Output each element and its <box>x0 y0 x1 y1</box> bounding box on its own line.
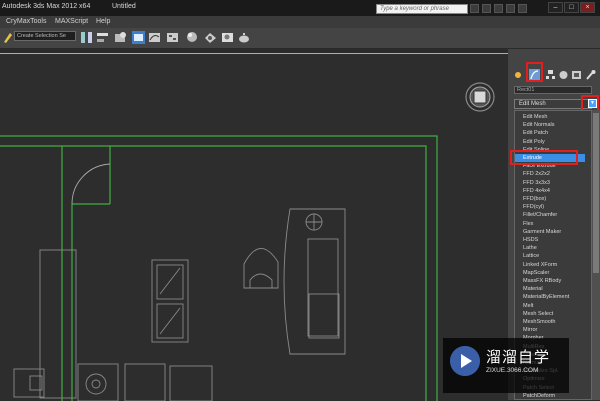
modifier-option[interactable]: Edit Normals <box>515 121 585 129</box>
pencil-icon[interactable] <box>2 31 13 44</box>
modifier-option[interactable]: Melt <box>515 302 585 310</box>
close-button[interactable]: × <box>580 2 595 13</box>
star-icon[interactable] <box>506 4 515 13</box>
desk-chair-seat <box>249 273 273 288</box>
outer-wall <box>0 135 438 401</box>
door-swing-arc <box>71 163 111 205</box>
object-name-value: Rect01 <box>517 87 535 93</box>
modifier-option[interactable]: FFD 3x3x3 <box>515 179 585 187</box>
material-editor-icon[interactable] <box>186 31 199 44</box>
create-tab-icon[interactable] <box>513 69 524 81</box>
render-teapot-icon[interactable] <box>238 31 251 44</box>
communication-icon[interactable] <box>494 4 503 13</box>
wall-lines <box>0 135 438 401</box>
watermark-url: ZIXUE.3066.COM <box>486 367 539 374</box>
modifier-option[interactable]: MapScaler <box>515 269 585 277</box>
menu-maxscript[interactable]: MAXScript <box>55 18 88 25</box>
modifier-option[interactable]: Lathe <box>515 244 585 252</box>
modify-tab-highlight <box>526 62 543 82</box>
modifier-option[interactable]: Flex <box>515 220 585 228</box>
app-title: Autodesk 3ds Max 2012 x64 <box>2 3 91 10</box>
side-table-lamp <box>91 379 101 389</box>
menu-help[interactable]: Help <box>96 18 110 25</box>
bookshelf <box>39 249 77 399</box>
window-cabinet-glass-lines <box>159 267 181 335</box>
extrude-highlight <box>510 150 578 165</box>
modifier-option[interactable]: MaterialByElement <box>515 293 585 301</box>
furniture-lines <box>13 163 346 401</box>
modifier-option[interactable]: FFD 2x2x2 <box>515 170 585 178</box>
graphite-tools-icon[interactable] <box>132 31 145 44</box>
modifier-option[interactable]: Material <box>515 285 585 293</box>
armchair-left <box>77 363 119 401</box>
search-input[interactable]: Type a keyword or phrase <box>376 4 468 14</box>
perspective-viewport[interactable] <box>0 53 508 401</box>
viewcube[interactable] <box>465 82 495 112</box>
desk-drawer <box>308 293 340 339</box>
modifier-option[interactable]: FFD(cyl) <box>515 203 585 211</box>
floor-plan-drawing <box>0 82 495 401</box>
display-tab-icon[interactable] <box>571 69 582 81</box>
armchair-right <box>124 363 166 401</box>
selection-set-value: Create Selection Se <box>17 33 66 39</box>
dropdown-scrollbar-thumb[interactable] <box>593 113 599 273</box>
curve-editor-icon[interactable] <box>148 31 161 44</box>
desk-shape <box>283 208 346 355</box>
modifier-option[interactable]: Edit Poly <box>515 138 585 146</box>
inner-wall <box>0 145 427 401</box>
motion-tab-icon[interactable] <box>558 69 569 81</box>
modifier-option[interactable]: Edit Patch <box>515 129 585 137</box>
modifier-option[interactable]: MassFX RBody <box>515 277 585 285</box>
modifier-option[interactable]: Garment Maker <box>515 228 585 236</box>
maximize-button[interactable]: □ <box>564 2 579 13</box>
sofa <box>169 365 213 401</box>
play-logo-icon <box>450 346 480 376</box>
modifier-option[interactable]: FFD 4x4x4 <box>515 187 585 195</box>
modifier-option[interactable]: Fillet/Chamfer <box>515 211 585 219</box>
modifier-option[interactable]: HSDS <box>515 236 585 244</box>
desk-chair <box>243 248 279 289</box>
layer-manager-icon[interactable] <box>114 31 127 44</box>
modifier-option[interactable]: Mirror <box>515 326 585 334</box>
modifier-option[interactable]: Linked XForm <box>515 261 585 269</box>
document-name: Untitled <box>112 3 136 10</box>
modifier-option[interactable]: Edit Mesh <box>515 113 585 121</box>
menu-bar: CryMaxTools MAXScript Help <box>0 16 600 28</box>
modifier-option[interactable]: Mesh Select <box>515 310 585 318</box>
modifier-option[interactable]: Lattice <box>515 252 585 260</box>
schematic-view-icon[interactable] <box>166 31 179 44</box>
binoculars-icon[interactable] <box>470 4 479 13</box>
render-setup-icon[interactable] <box>204 31 217 44</box>
modifier-option[interactable]: FFD(box) <box>515 195 585 203</box>
desk-inner <box>307 238 339 337</box>
menu-crymaxtools[interactable]: CryMaxTools <box>6 18 46 25</box>
rendered-frame-icon[interactable] <box>221 31 234 44</box>
hierarchy-tab-icon[interactable] <box>545 69 556 81</box>
window-cabinet-pane-top <box>156 264 184 300</box>
search-placeholder: Type a keyword or phrase <box>380 6 449 12</box>
mirror-icon[interactable] <box>80 31 93 44</box>
modifier-option[interactable]: MeshSmooth <box>515 318 585 326</box>
align-icon[interactable] <box>96 31 109 44</box>
utilities-tab-icon[interactable] <box>585 69 596 81</box>
subscription-icon[interactable] <box>482 4 491 13</box>
tv-stand <box>13 368 45 398</box>
watermark-title: 溜溜自学 <box>486 348 551 366</box>
side-table <box>85 373 107 395</box>
selection-set-dropdown[interactable]: Create Selection Se <box>14 31 76 41</box>
modifier-list-value: Edit Mesh <box>519 101 546 107</box>
help-icon[interactable] <box>518 4 527 13</box>
object-name-field[interactable]: Rect01 <box>514 86 592 94</box>
minimize-button[interactable]: – <box>548 2 563 13</box>
